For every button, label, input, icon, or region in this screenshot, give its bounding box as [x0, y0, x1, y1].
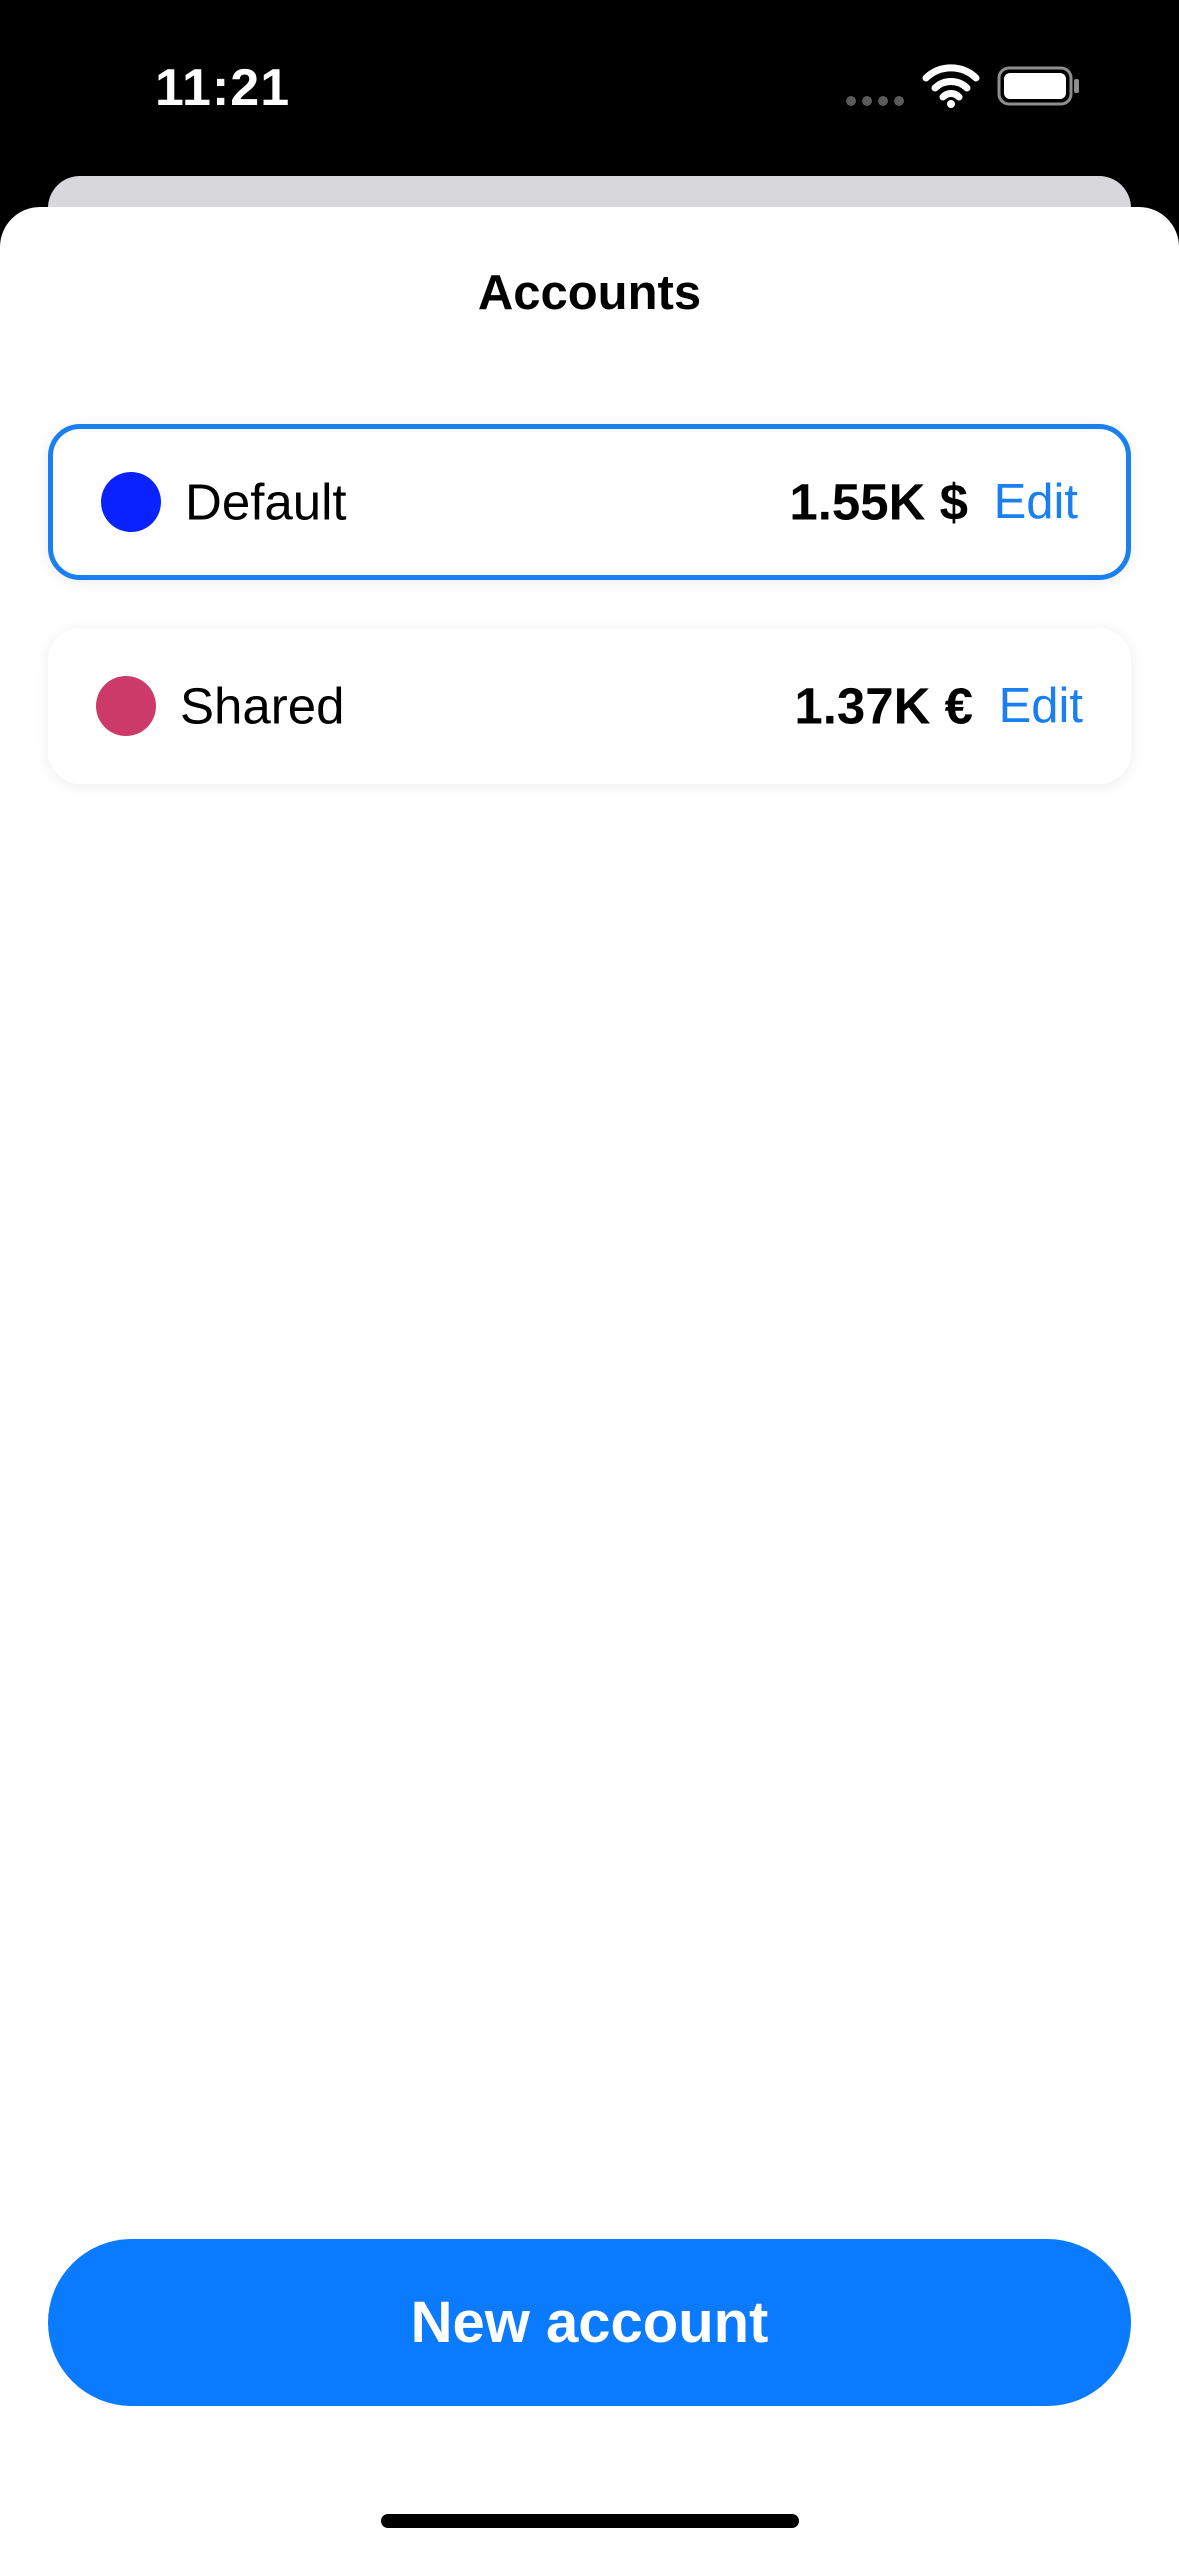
edit-account-button[interactable]: Edit — [994, 474, 1078, 530]
account-balance: 1.37K € — [794, 677, 973, 735]
new-account-button[interactable]: New account — [48, 2239, 1131, 2406]
account-name: Shared — [180, 677, 345, 735]
account-card-shared[interactable]: Shared 1.37K € Edit — [48, 628, 1131, 784]
account-balance: 1.55K $ — [789, 473, 968, 531]
edit-account-button[interactable]: Edit — [999, 678, 1083, 734]
wifi-icon — [922, 64, 980, 108]
account-name: Default — [185, 473, 347, 531]
sheet-title: Accounts — [477, 266, 702, 320]
status-time: 11:21 — [155, 59, 291, 117]
cellular-signal-icon — [846, 96, 904, 106]
battery-icon — [997, 66, 1079, 106]
status-bar: 11:21 — [0, 0, 1179, 175]
account-color-dot — [101, 472, 161, 532]
account-card-default[interactable]: Default 1.55K $ Edit — [48, 424, 1131, 580]
accounts-sheet: Accounts Default 1.55K $ Edit Shared 1.3… — [0, 207, 1179, 2556]
home-indicator[interactable] — [381, 2514, 799, 2528]
account-color-dot — [96, 676, 156, 736]
